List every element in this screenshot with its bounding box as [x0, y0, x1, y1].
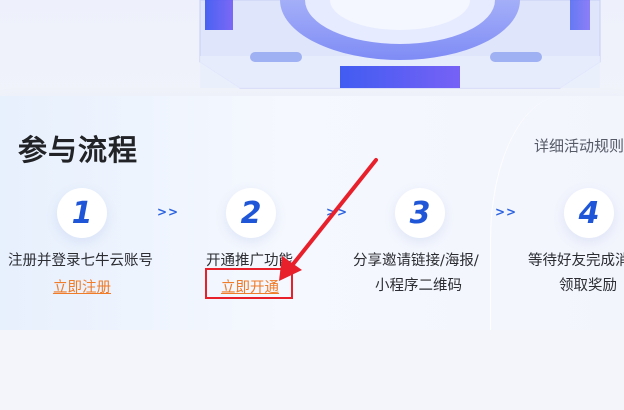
page-background [0, 330, 624, 410]
